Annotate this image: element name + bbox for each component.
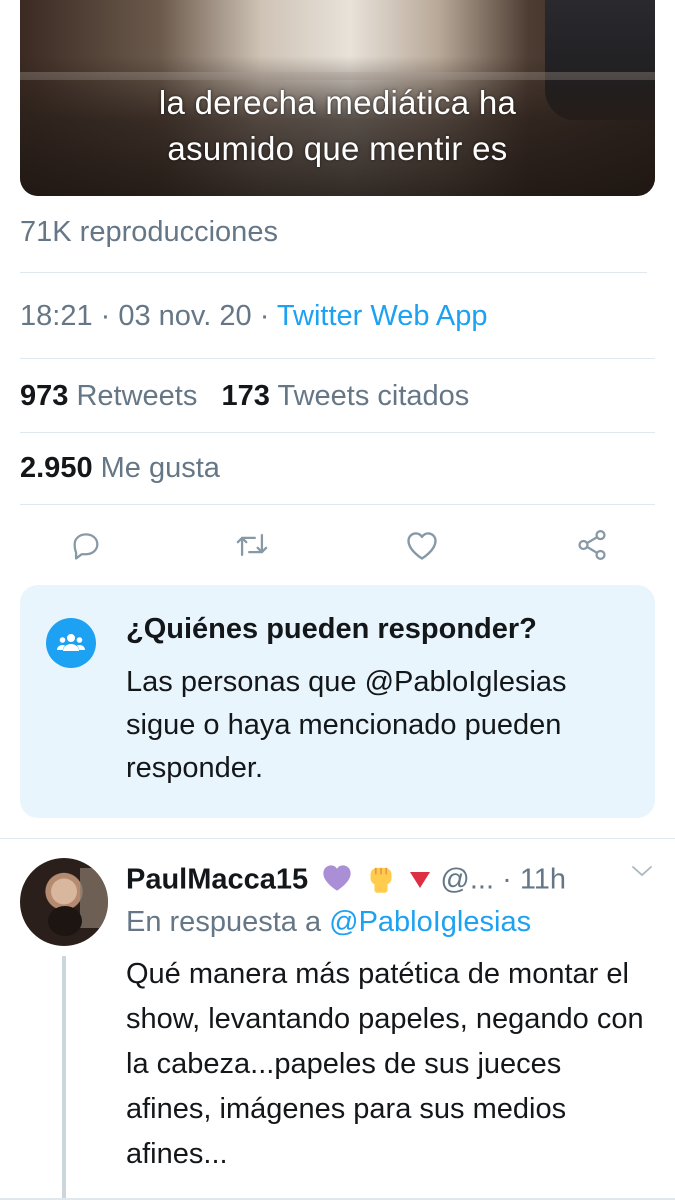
- divider: [20, 432, 655, 433]
- divider: [20, 504, 655, 505]
- reply-tweet[interactable]: PaulMacca15 @... · 11h En respuesta a @P…: [0, 838, 675, 1200]
- reply-settings-body: Las personas que @PabloIglesias sigue o …: [126, 666, 567, 784]
- mention-link[interactable]: @PabloIglesias: [329, 906, 531, 938]
- tweet-date: 03 nov. 20: [118, 300, 252, 332]
- reply-button[interactable]: [66, 522, 106, 568]
- chevron-down-icon[interactable]: [631, 864, 653, 883]
- divider: [20, 358, 655, 359]
- reply-text: Qué manera más patética de montar el sho…: [126, 958, 644, 1170]
- retweets-label: Retweets: [76, 380, 198, 412]
- in-reply-to: En respuesta a @PabloIglesias: [126, 906, 532, 938]
- tweet-source-link[interactable]: Twitter Web App: [277, 300, 488, 332]
- view-count: 71K reproducciones: [20, 216, 278, 248]
- quotes-count: 173: [221, 380, 270, 412]
- likes-label: Me gusta: [100, 452, 220, 484]
- retweet-stats: 973 Retweets 173 Tweets citados: [20, 380, 469, 413]
- retweet-button[interactable]: [232, 522, 272, 568]
- video-player[interactable]: la derecha mediática ha asumido que ment…: [20, 0, 655, 196]
- reply-author-handle: @...: [440, 863, 495, 896]
- share-button[interactable]: [572, 522, 612, 568]
- reply-settings-title: ¿Quiénes pueden responder?: [126, 613, 537, 645]
- avatar[interactable]: [20, 858, 108, 946]
- tweet-meta: 18:21 · 03 nov. 20 · Twitter Web App: [20, 300, 488, 332]
- reply-author-name[interactable]: PaulMacca15: [126, 864, 308, 896]
- reply-header: PaulMacca15 @... · 11h: [126, 860, 566, 902]
- thread-line: [62, 956, 66, 1200]
- divider: [20, 272, 647, 273]
- retweets-stat[interactable]: 973 Retweets: [20, 380, 197, 412]
- tweet-time: 18:21: [20, 300, 93, 332]
- tweet-action-bar: [0, 522, 675, 572]
- video-caption-line-2: asumido que mentir es: [167, 130, 508, 167]
- reply-time: · 11h: [502, 863, 567, 896]
- reply-icon: [73, 533, 99, 560]
- people-icon: [46, 618, 96, 668]
- retweet-icon: [236, 533, 268, 557]
- reply-settings-card: ¿Quiénes pueden responder? Las personas …: [20, 585, 655, 818]
- likes-stat[interactable]: 2.950 Me gusta: [20, 452, 220, 485]
- like-button[interactable]: [402, 522, 442, 568]
- like-icon: [407, 532, 437, 560]
- quotes-stat[interactable]: 173 Tweets citados: [222, 380, 470, 412]
- purple-heart-icon: [320, 862, 354, 900]
- likes-count: 2.950: [20, 452, 93, 484]
- raised-fist-icon: [366, 860, 396, 902]
- red-triangle-down-icon: [408, 865, 432, 898]
- quotes-label: Tweets citados: [277, 380, 470, 412]
- share-icon: [578, 529, 606, 561]
- video-caption-line-1: la derecha mediática ha: [158, 84, 517, 121]
- retweets-count: 973: [20, 380, 69, 412]
